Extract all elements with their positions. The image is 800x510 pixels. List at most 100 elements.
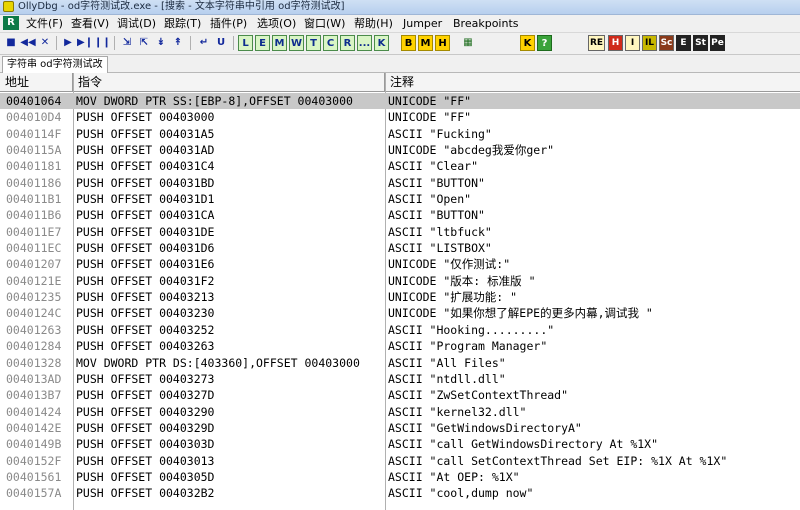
table-row[interactable]: 00401235 PUSH OFFSET 00403213 UNICODE "扩展功…	[0, 289, 800, 305]
table-row[interactable]: 00401064 MOV DWORD PTR SS:[EBP-8],OFFSET …	[0, 93, 800, 110]
table-row[interactable]: 0040115A PUSH OFFSET 004031AD UNICODE "abc…	[0, 142, 800, 158]
menu-jumper[interactable]: Jumper	[403, 15, 442, 32]
plugin-puzzle-icon[interactable]: ▦	[460, 35, 476, 51]
tab-strings[interactable]: 字符串 od字符测试改	[2, 56, 108, 73]
column-header-instruction[interactable]: 指令	[73, 73, 385, 91]
references-window-button[interactable]: R	[340, 35, 355, 51]
call-stack-window-button[interactable]: K	[374, 35, 389, 51]
comment-cell: ASCII "LISTBOX"	[388, 241, 492, 256]
table-row[interactable]: 004011B6 PUSH OFFSET 004031CA ASCII "BUTTO…	[0, 207, 800, 223]
instruction-cell: PUSH OFFSET 0040327D	[76, 388, 215, 403]
menu-help[interactable]: 帮助(H)	[354, 15, 393, 32]
run-trace-window-button[interactable]: ...	[357, 35, 372, 51]
execute-till-return-icon[interactable]: ↵	[196, 35, 212, 51]
memory-window-button[interactable]: M	[272, 35, 287, 51]
cpu-window-toolbar-button[interactable]: C	[323, 35, 338, 51]
rewind-icon[interactable]: ◀◀	[20, 35, 36, 51]
table-row[interactable]: 004011EC PUSH OFFSET 004031D6 ASCII "LISTB…	[0, 240, 800, 256]
plugin-st-button[interactable]: St	[693, 35, 708, 51]
address-cell: 004011B1	[6, 192, 62, 207]
menu-view[interactable]: 查看(V)	[71, 15, 109, 32]
instruction-cell: PUSH OFFSET 0040305D	[76, 469, 215, 484]
help-button[interactable]: ?	[537, 35, 552, 51]
step-over-line-icon[interactable]: ⇱	[136, 35, 152, 51]
menu-bar: R 文件(F) 查看(V) 调试(D) 跟踪(T) 插件(P) 选项(O) 窗口…	[0, 15, 800, 33]
plugin-h-button[interactable]: H	[608, 35, 623, 51]
close-icon[interactable]: ✕	[37, 35, 53, 51]
instruction-cell: PUSH OFFSET 004032B2	[76, 486, 215, 501]
instruction-cell: PUSH OFFSET 00403230	[76, 306, 215, 321]
menu-debug[interactable]: 调试(D)	[117, 15, 156, 32]
comment-cell: ASCII "Clear"	[388, 159, 479, 174]
table-row[interactable]: 00401186 PUSH OFFSET 004031BD ASCII "BUTTO…	[0, 175, 800, 191]
instruction-cell: PUSH OFFSET 004031CA	[76, 208, 215, 223]
comment-cell: UNICODE "仅作测试:"	[388, 257, 511, 272]
address-cell: 0040121E	[6, 273, 62, 288]
table-row[interactable]: 0040157A PUSH OFFSET 004032B2 ASCII "cool,…	[0, 485, 800, 501]
table-row[interactable]: 00401424 PUSH OFFSET 00403290 ASCII "kerne…	[0, 404, 800, 420]
breakpoints-window-button[interactable]: B	[401, 35, 416, 51]
step-into-icon[interactable]: ⇲	[119, 35, 135, 51]
table-row[interactable]: 004011E7 PUSH OFFSET 004031DE ASCII "ltbfu…	[0, 224, 800, 240]
windows-window-button[interactable]: W	[289, 35, 304, 51]
address-cell: 0040124C	[6, 306, 62, 321]
address-cell: 004013AD	[6, 371, 62, 386]
plugin-sc-button[interactable]: Sc	[659, 35, 674, 51]
table-row[interactable]: 004013B7 PUSH OFFSET 0040327D ASCII "ZwSet…	[0, 387, 800, 403]
menu-plugins[interactable]: 插件(P)	[210, 15, 247, 32]
plugin-i-button[interactable]: I	[625, 35, 640, 51]
execute-till-user-icon[interactable]: U	[213, 35, 229, 51]
column-header-address[interactable]: 地址	[0, 73, 73, 91]
strings-table: 地址 指令 注释 00401064 MOV DWORD PTR SS:[EBP-8…	[0, 73, 800, 510]
modules-window-button[interactable]: E	[255, 35, 270, 51]
hardware-breakpoints-button[interactable]: H	[435, 35, 450, 51]
table-row[interactable]: 004011B1 PUSH OFFSET 004031D1 ASCII "Open"	[0, 191, 800, 207]
plugin-re-button[interactable]: RE	[588, 35, 605, 51]
table-row[interactable]: 0040149B PUSH OFFSET 0040303D ASCII "call …	[0, 436, 800, 452]
table-row[interactable]: 0040121E PUSH OFFSET 004031F2 UNICODE "版本:…	[0, 273, 800, 289]
table-row[interactable]: 0040124C PUSH OFFSET 00403230 UNICODE "如果你…	[0, 305, 800, 321]
table-row[interactable]: 004010D4 PUSH OFFSET 00403000 UNICODE "FF"	[0, 109, 800, 125]
table-row[interactable]: 00401207 PUSH OFFSET 004031E6 UNICODE "仅作测…	[0, 256, 800, 272]
comment-cell: UNICODE "扩展功能: "	[388, 290, 518, 305]
menu-breakpoints[interactable]: Breakpoints	[453, 15, 519, 32]
table-row[interactable]: 004013AD PUSH OFFSET 00403273 ASCII "ntdll…	[0, 371, 800, 387]
run-icon[interactable]: ▶	[60, 35, 76, 51]
memory-breakpoints-button[interactable]: M	[418, 35, 433, 51]
toolbar: ■ ◀◀ ✕ ▶ ▶❙ ❙❙ ⇲ ⇱ ↡ ↟ ↵ U L E M W T C R…	[0, 33, 800, 55]
table-row[interactable]: 00401328 MOV DWORD PTR DS:[403360],OFFSET…	[0, 355, 800, 371]
animate-into-icon[interactable]: ↡	[153, 35, 169, 51]
column-header-comment[interactable]: 注释	[385, 73, 800, 91]
table-row[interactable]: 0040152F PUSH OFFSET 00403013 ASCII "call …	[0, 453, 800, 469]
instruction-cell: PUSH OFFSET 004031E6	[76, 257, 215, 272]
menu-file[interactable]: 文件(F)	[26, 15, 63, 32]
menu-trace[interactable]: 跟踪(T)	[164, 15, 201, 32]
comment-cell: UNICODE "FF"	[388, 94, 472, 108]
instruction-cell: PUSH OFFSET 00403013	[76, 453, 215, 468]
table-row[interactable]: 0040114F PUSH OFFSET 004031A5 ASCII "Fucki…	[0, 126, 800, 142]
window-title: OllyDbg - od字符测试改.exe - [搜索 - 文本字符串中引用 o…	[18, 1, 345, 12]
open-icon[interactable]: ■	[3, 35, 19, 51]
comment-cell: ASCII "At OEP: %1X"	[388, 469, 520, 484]
address-cell: 00401328	[6, 355, 62, 370]
pause-icon[interactable]: ❙❙	[94, 35, 111, 51]
comment-cell: ASCII "Program Manager"	[388, 339, 548, 354]
instruction-cell: PUSH OFFSET 0040303D	[76, 437, 215, 452]
instruction-cell: PUSH OFFSET 00403273	[76, 371, 215, 386]
table-row[interactable]: 00401561 PUSH OFFSET 0040305D ASCII "At OE…	[0, 469, 800, 485]
threads-window-button[interactable]: T	[306, 35, 321, 51]
table-row[interactable]: 00401263 PUSH OFFSET 00403252 ASCII "Hooki…	[0, 322, 800, 338]
animate-over-icon[interactable]: ↟	[170, 35, 186, 51]
cpu-window-button[interactable]: R	[3, 16, 19, 30]
step-over-icon[interactable]: ▶❙	[77, 35, 93, 51]
table-row[interactable]: 0040142E PUSH OFFSET 0040329D ASCII "GetWi…	[0, 420, 800, 436]
menu-options[interactable]: 选项(O)	[257, 15, 296, 32]
plugin-e-button[interactable]: E	[676, 35, 691, 51]
menu-window[interactable]: 窗口(W)	[304, 15, 345, 32]
plugin-pe-button[interactable]: Pe	[710, 35, 725, 51]
k-button[interactable]: K	[520, 35, 535, 51]
log-window-button[interactable]: L	[238, 35, 253, 51]
table-row[interactable]: 00401181 PUSH OFFSET 004031C4 ASCII "Clear…	[0, 158, 800, 174]
plugin-il-button[interactable]: IL	[642, 35, 657, 51]
table-row[interactable]: 00401284 PUSH OFFSET 00403263 ASCII "Progr…	[0, 338, 800, 354]
